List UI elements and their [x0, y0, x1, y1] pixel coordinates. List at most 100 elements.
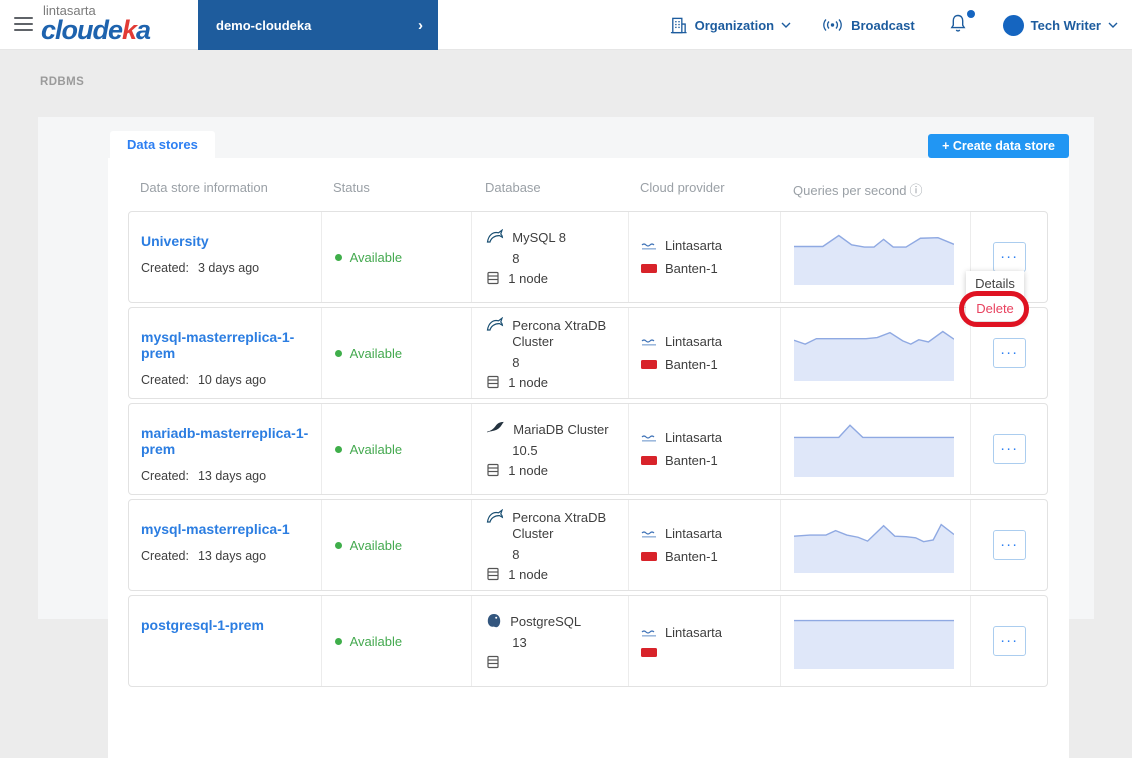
create-data-store-button[interactable]: + Create data store — [928, 134, 1069, 158]
col-header-qps: Queries per second ⓘ — [793, 183, 923, 198]
engine-version: 8 — [512, 354, 520, 370]
menu-item-delete[interactable]: Delete — [966, 296, 1024, 321]
datastore-link[interactable]: postgresql-1-prem — [141, 617, 264, 633]
brand-logo: lintasarta cloudeka — [41, 4, 151, 45]
percona-dolphin-icon — [487, 316, 504, 331]
lintasarta-logo-icon — [641, 242, 656, 250]
broadcast-icon — [823, 19, 842, 31]
provider-cell: Lintasarta Banten-1 — [627, 308, 780, 398]
provider-name: Lintasarta — [664, 625, 723, 640]
status-badge: Available — [349, 537, 403, 553]
qps-sparkline — [793, 230, 954, 285]
status-badge: Available — [349, 249, 403, 265]
status-dot — [334, 637, 342, 645]
info-icon[interactable]: ⓘ — [909, 183, 922, 198]
hamburger-menu-icon[interactable] — [14, 17, 33, 35]
created-line: Created: 13 days ago — [141, 549, 267, 563]
engine-version: 10.5 — [512, 442, 538, 458]
mariadb-seal-icon — [487, 421, 505, 432]
col-header-database: Database — [485, 180, 541, 195]
provider-cell: Lintasarta — [627, 596, 780, 686]
status-dot — [334, 541, 342, 549]
provider-name: Lintasarta — [664, 238, 723, 253]
tab-data-stores[interactable]: Data stores — [110, 131, 215, 158]
brand-main-label: cloudeka — [41, 15, 151, 45]
status-cell: Available — [320, 596, 472, 686]
broadcast-menu[interactable]: Broadcast — [821, 18, 915, 33]
region-flag-icon — [640, 552, 657, 561]
node-icon — [487, 655, 499, 669]
provider-name: Lintasarta — [664, 334, 723, 349]
avatar — [1002, 14, 1024, 36]
status-cell: Available — [320, 500, 472, 590]
engine-name: MySQL 8 — [512, 229, 566, 245]
project-selector[interactable]: demo-cloudeka › — [198, 0, 438, 50]
mysql-dolphin-icon — [487, 228, 504, 243]
chevron-right-icon: › — [418, 16, 423, 34]
chevron-down-icon — [1108, 22, 1118, 28]
status-badge: Available — [349, 633, 403, 649]
row-actions-button[interactable]: ··· — [992, 530, 1026, 560]
bell-icon — [950, 14, 966, 32]
lintasarta-logo-icon — [641, 434, 656, 442]
row-actions-button[interactable]: ··· — [992, 242, 1026, 272]
created-line: Created: 3 days ago — [141, 261, 260, 275]
qps-chart-cell — [779, 308, 971, 398]
status-dot — [334, 349, 342, 357]
engine-name: Percona XtraDB Cluster — [512, 317, 607, 349]
region-name: Banten-1 — [664, 357, 718, 372]
datastore-link[interactable]: mysql-masterreplica-1 — [141, 521, 290, 537]
user-name: Tech Writer — [1030, 17, 1101, 33]
qps-chart-cell — [779, 212, 971, 302]
qps-chart-cell — [779, 404, 971, 494]
top-header: lintasarta cloudeka demo-cloudeka › Orga… — [0, 0, 1132, 50]
database-cell: MariaDB Cluster 10.5 1 node — [471, 404, 628, 494]
percona-dolphin-icon — [487, 508, 504, 523]
building-icon — [670, 17, 687, 33]
engine-name: Percona XtraDB Cluster — [512, 509, 607, 541]
lintasarta-logo-icon — [641, 338, 656, 346]
node-count: 1 node — [508, 374, 549, 390]
status-cell: Available — [320, 308, 472, 398]
datastore-link[interactable]: mariadb-masterreplica-1-prem — [141, 425, 321, 457]
row-actions-button[interactable]: ··· — [992, 626, 1026, 656]
notification-badge — [966, 9, 975, 18]
row-actions-button[interactable]: ··· — [992, 338, 1026, 368]
organization-label: Organization — [694, 17, 775, 33]
region-flag-icon — [640, 360, 657, 369]
provider-cell: Lintasarta Banten-1 — [627, 500, 780, 590]
engine-name: MariaDB Cluster — [513, 421, 609, 437]
row-actions-button[interactable]: ··· — [992, 434, 1026, 464]
node-icon — [487, 463, 499, 476]
qps-sparkline — [793, 422, 954, 477]
user-menu[interactable]: Tech Writer — [1002, 14, 1118, 36]
lintasarta-logo-icon — [641, 530, 656, 538]
status-dot — [334, 253, 342, 261]
col-header-info: Data store information — [140, 180, 268, 195]
created-line — [141, 645, 321, 659]
datastore-link[interactable]: mysql-masterreplica-1-prem — [141, 329, 321, 361]
row-actions-dropdown: Details Delete — [966, 271, 1024, 321]
lintasarta-logo-icon — [641, 629, 656, 637]
node-icon — [487, 375, 499, 388]
project-name: demo-cloudeka — [216, 17, 312, 33]
notifications-button[interactable] — [949, 9, 975, 38]
node-count: 1 node — [508, 462, 549, 478]
qps-sparkline — [794, 518, 954, 573]
qps-sparkline — [793, 614, 954, 669]
datastore-link[interactable]: University — [141, 233, 209, 249]
database-cell: PostgreSQL 13 — [471, 596, 628, 686]
region-flag-icon — [640, 648, 657, 657]
table-row: mysql-masterreplica-1 Created: 13 days ag… — [128, 499, 1048, 591]
provider-name: Lintasarta — [664, 430, 723, 445]
status-cell: Available — [320, 404, 472, 494]
region-name: Banten-1 — [664, 261, 718, 276]
organization-menu[interactable]: Organization — [669, 16, 791, 35]
region-flag-icon — [640, 264, 657, 273]
node-icon — [487, 271, 499, 284]
table-row: mariadb-masterreplica-1-prem Created: 13 … — [128, 403, 1048, 495]
status-dot — [334, 445, 342, 453]
menu-item-details[interactable]: Details — [966, 271, 1024, 296]
qps-chart-cell — [779, 596, 971, 686]
table-row: mysql-masterreplica-1-prem Created: 10 da… — [128, 307, 1048, 399]
